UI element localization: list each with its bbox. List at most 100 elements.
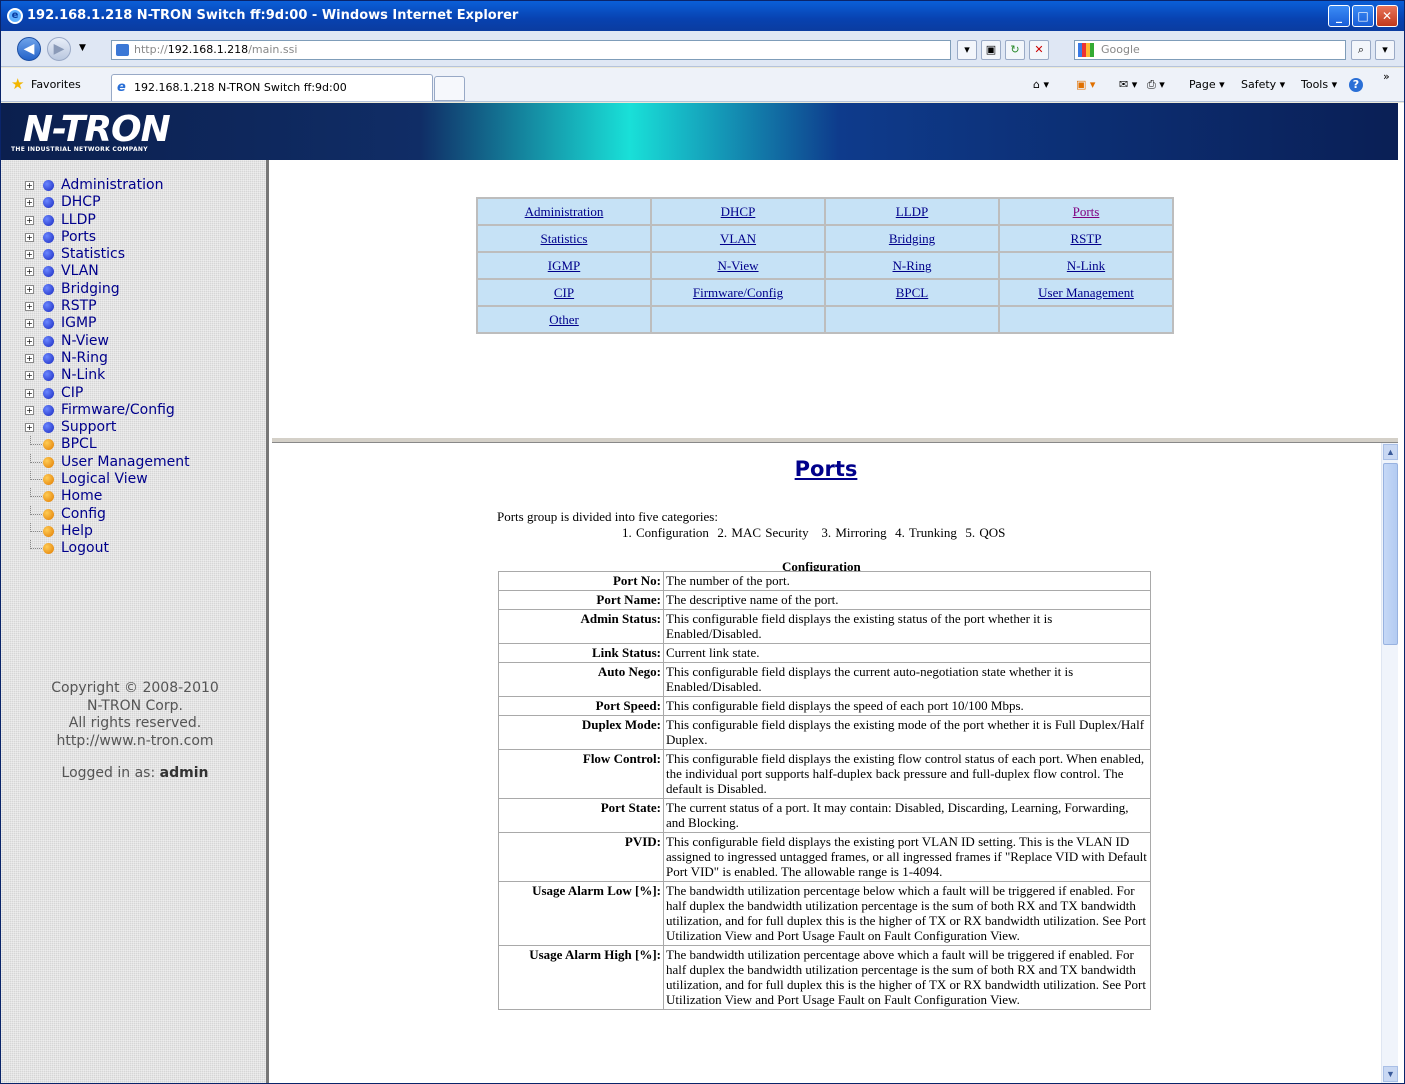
- expand-icon[interactable]: +: [25, 302, 34, 312]
- browser-tab[interactable]: 192.168.1.218 N-TRON Switch ff:9d:00: [111, 74, 433, 101]
- forward-button[interactable]: ▶: [47, 37, 71, 61]
- menu-link-administration[interactable]: Administration: [525, 204, 604, 219]
- logged-in-user: admin: [159, 765, 209, 781]
- expand-icon[interactable]: +: [25, 319, 34, 329]
- sidebar-item-bpcl[interactable]: BPCL: [25, 436, 190, 453]
- expand-icon[interactable]: +: [25, 371, 34, 381]
- address-dropdown-icon[interactable]: ▾: [957, 40, 977, 60]
- expand-icon[interactable]: +: [25, 284, 34, 294]
- menu-link-bridging[interactable]: Bridging: [889, 231, 935, 246]
- history-dropdown-icon[interactable]: ▼: [79, 43, 86, 53]
- menu-link-firmware-config[interactable]: Firmware/Config: [693, 285, 783, 300]
- home-icon[interactable]: ⌂ ▾: [1033, 78, 1049, 91]
- favorites-button[interactable]: Favorites: [11, 75, 81, 93]
- sidebar-item-config[interactable]: Config: [25, 505, 190, 523]
- sidebar-item-igmp[interactable]: + IGMP: [25, 315, 190, 332]
- expand-icon[interactable]: +: [25, 232, 34, 242]
- sidebar-item-logical-view[interactable]: Logical View: [25, 471, 190, 488]
- expand-icon[interactable]: +: [25, 388, 34, 398]
- expand-icon[interactable]: +: [25, 353, 34, 363]
- sidebar-item-firmware-config[interactable]: + Firmware/Config: [25, 402, 190, 419]
- expand-icon[interactable]: +: [25, 267, 34, 277]
- stop-icon[interactable]: ✕: [1029, 40, 1049, 60]
- menu-link-ports[interactable]: Ports: [1073, 204, 1100, 219]
- sidebar-item-logout[interactable]: Logout: [25, 540, 190, 557]
- expand-icon[interactable]: +: [25, 423, 34, 433]
- search-options-icon[interactable]: ▾: [1375, 40, 1395, 60]
- menu-link-statistics[interactable]: Statistics: [541, 231, 588, 246]
- menu-link-lldp[interactable]: LLDP: [896, 204, 929, 219]
- maximize-button[interactable]: □: [1352, 5, 1374, 27]
- scroll-up-icon[interactable]: ▲: [1383, 444, 1398, 460]
- sidebar-item-rstp[interactable]: + RSTP: [25, 298, 190, 315]
- menu-link-vlan[interactable]: VLAN: [720, 231, 756, 246]
- scroll-down-icon[interactable]: ▼: [1383, 1066, 1398, 1082]
- expand-icon[interactable]: +: [25, 198, 34, 208]
- sidebar-item-label: N-View: [61, 332, 109, 349]
- sidebar-item-label: Logout: [61, 540, 109, 557]
- new-tab-button[interactable]: [434, 76, 465, 101]
- expand-icon[interactable]: +: [25, 250, 34, 260]
- sidebar-item-statistics[interactable]: + Statistics: [25, 246, 190, 263]
- back-button[interactable]: ◀: [17, 37, 41, 61]
- menu-link-other[interactable]: Other: [549, 312, 579, 327]
- sidebar-item-help[interactable]: Help: [25, 522, 190, 540]
- ntron-logo: N-TRON: [23, 109, 171, 150]
- sidebar-item-administration[interactable]: + Administration: [25, 177, 190, 194]
- chevron-more-icon[interactable]: »: [1383, 70, 1390, 83]
- sidebar-item-label: VLAN: [61, 263, 99, 280]
- folder-bullet-icon: [43, 249, 54, 261]
- sidebar-item-ports[interactable]: + Ports: [25, 229, 190, 246]
- close-button[interactable]: ✕: [1376, 5, 1398, 27]
- tools-menu[interactable]: Tools ▾: [1301, 78, 1337, 91]
- sidebar-item-bridging[interactable]: + Bridging: [25, 281, 190, 298]
- folder-bullet-icon: [43, 231, 54, 243]
- sidebar-item-n-link[interactable]: + N-Link: [25, 367, 190, 384]
- menu-cell: CIP: [478, 280, 650, 305]
- address-input[interactable]: http://192.168.1.218/main.ssi: [111, 40, 951, 60]
- address-bar-row: ◀ ▶ ▼ http://192.168.1.218/main.ssi ▾ ▣ …: [1, 31, 1404, 67]
- sidebar-item-cip[interactable]: + CIP: [25, 385, 190, 402]
- sidebar-item-label: Ports: [61, 228, 97, 245]
- menu-link-user-management[interactable]: User Management: [1038, 285, 1134, 300]
- sidebar-item-lldp[interactable]: + LLDP: [25, 212, 190, 229]
- search-button[interactable]: ⌕: [1351, 40, 1371, 60]
- compatibility-view-icon[interactable]: ▣: [981, 40, 1001, 60]
- tree-line: [30, 488, 42, 498]
- table-row: Auto Nego: This configurable field displa…: [499, 663, 1150, 696]
- sidebar-item-dhcp[interactable]: + DHCP: [25, 194, 190, 211]
- menu-link-igmp[interactable]: IGMP: [548, 258, 581, 273]
- sidebar-item-support[interactable]: + Support: [25, 419, 190, 436]
- expand-icon[interactable]: +: [25, 215, 34, 225]
- minimize-button[interactable]: _: [1328, 5, 1350, 27]
- safety-menu[interactable]: Safety ▾: [1241, 78, 1285, 91]
- menu-link-dhcp[interactable]: DHCP: [721, 204, 756, 219]
- menu-link-n-view[interactable]: N-View: [717, 258, 758, 273]
- feeds-icon[interactable]: ▣ ▾: [1076, 78, 1095, 91]
- copyright: Copyright © 2008-2010 N-TRON Corp. All r…: [1, 680, 269, 750]
- page-menu[interactable]: Page ▾: [1189, 78, 1225, 91]
- sidebar-item-n-view[interactable]: + N-View: [25, 333, 190, 350]
- scroll-thumb[interactable]: [1383, 463, 1398, 645]
- vertical-scrollbar[interactable]: ▲ ▼: [1381, 443, 1398, 1083]
- menu-link-n-ring[interactable]: N-Ring: [893, 258, 932, 273]
- help-icon[interactable]: ?: [1349, 78, 1363, 92]
- help-intro: Ports group is divided into five categor…: [497, 509, 718, 524]
- expand-icon[interactable]: +: [25, 336, 34, 346]
- sidebar-item-vlan[interactable]: + VLAN: [25, 263, 190, 280]
- sidebar-item-user-management[interactable]: User Management: [25, 453, 190, 471]
- print-icon[interactable]: ⎙ ▾: [1147, 78, 1165, 92]
- sidebar-item-home[interactable]: Home: [25, 488, 190, 505]
- search-input[interactable]: Google: [1074, 40, 1346, 60]
- menu-link-rstp[interactable]: RSTP: [1070, 231, 1101, 246]
- menu-link-cip[interactable]: CIP: [554, 285, 574, 300]
- expand-icon[interactable]: +: [25, 405, 34, 415]
- folder-bullet-icon: [43, 404, 54, 416]
- field-name: Link Status:: [499, 644, 663, 662]
- menu-link-n-link[interactable]: N-Link: [1067, 258, 1105, 273]
- expand-icon[interactable]: +: [25, 181, 34, 190]
- mail-icon[interactable]: ✉ ▾: [1119, 78, 1137, 91]
- refresh-icon[interactable]: ↻: [1005, 40, 1025, 60]
- sidebar-item-n-ring[interactable]: + N-Ring: [25, 350, 190, 367]
- menu-link-bpcl[interactable]: BPCL: [896, 285, 929, 300]
